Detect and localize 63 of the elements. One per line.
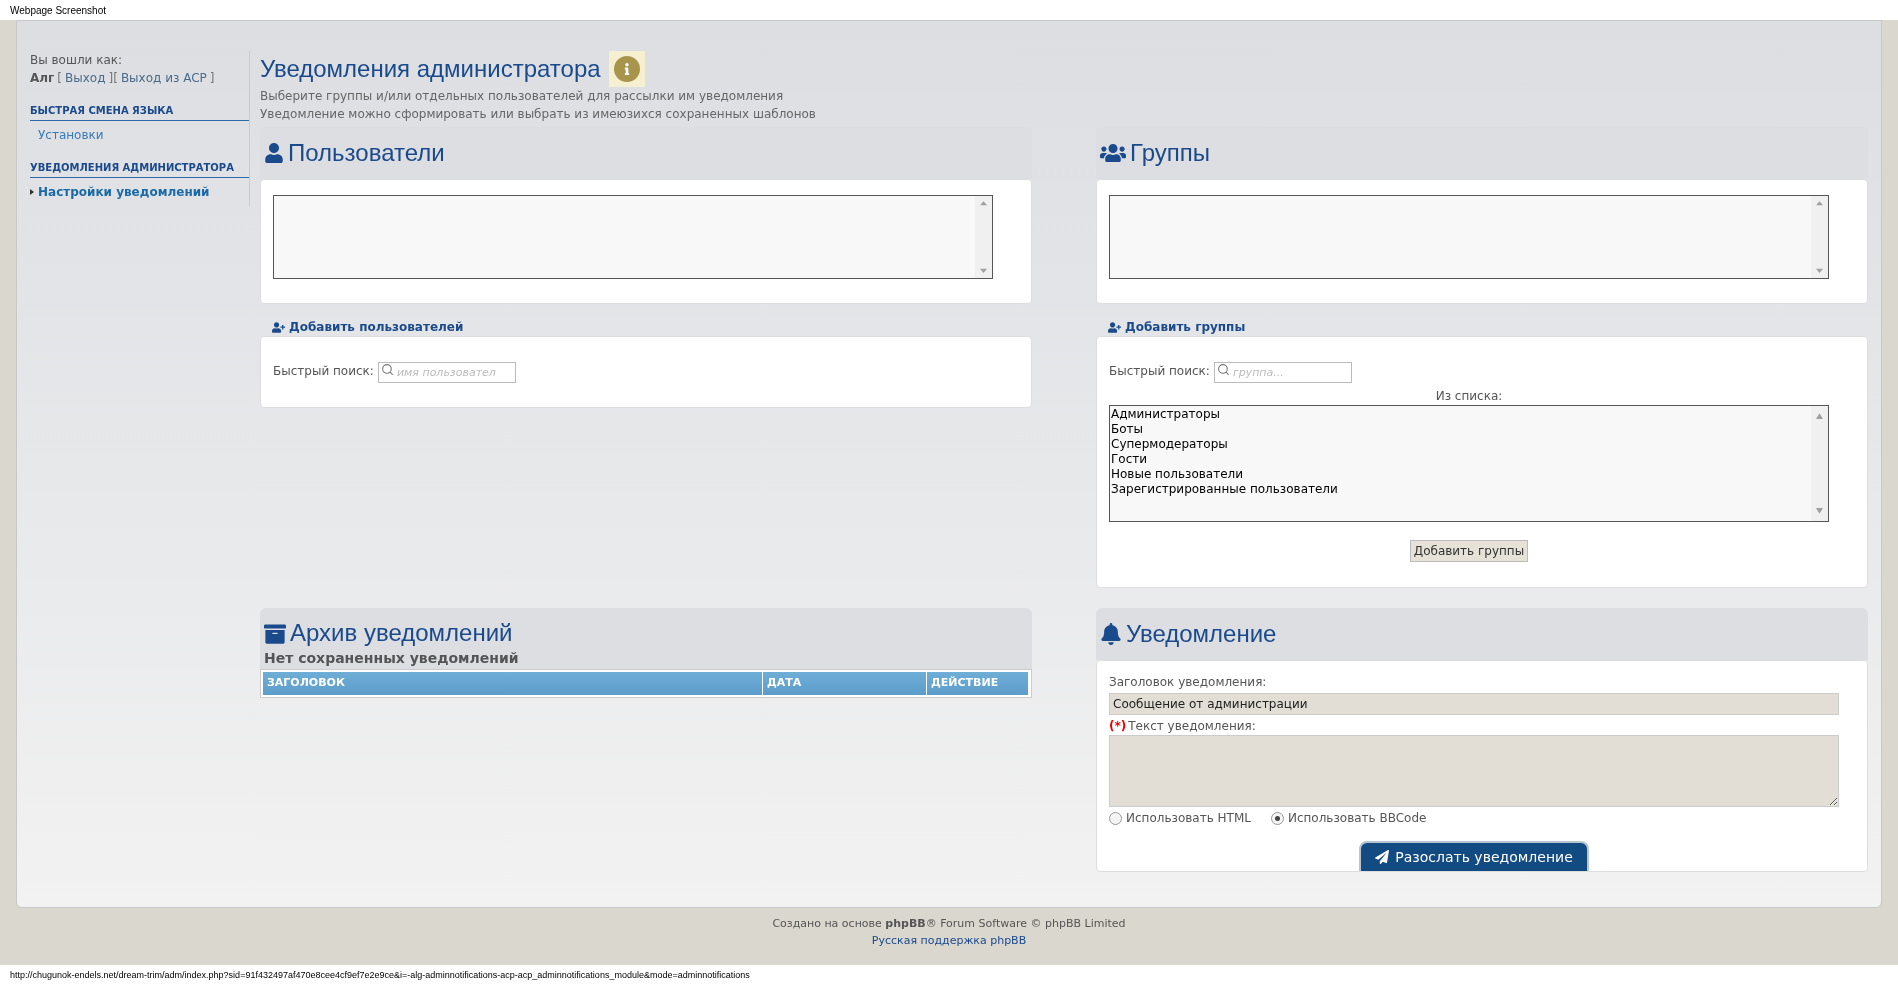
search-icon — [380, 363, 394, 376]
section-title: Группы — [1130, 138, 1210, 168]
group-list[interactable]: Администраторы Боты Супермодераторы Гости Новые пользователи Зарегистрированные пользователи — [1109, 405, 1829, 522]
radio-button[interactable] — [1109, 811, 1122, 825]
section-title: Пользователи — [288, 138, 445, 168]
bell-icon — [1100, 623, 1122, 645]
paper-plane-icon — [1375, 850, 1390, 864]
sidebar-heading: БЫСТРАЯ СМЕНА ЯЗЫКА — [30, 103, 249, 121]
field-label: Текст уведомления: — [1128, 718, 1256, 735]
list-option[interactable]: Боты — [1111, 422, 1144, 437]
empty-message: Нет сохраненных уведомлений — [260, 648, 1032, 669]
column-header: ЗАГОЛОВОК — [263, 672, 763, 695]
page-description: Выберите группы и/или отдельных пользователей для рассылки им уведомления — [260, 88, 785, 105]
list-option[interactable]: Гости — [1111, 452, 1148, 467]
section-title: Уведомление — [1126, 619, 1277, 649]
section-title: Архив уведомлений — [290, 618, 513, 648]
column-header: ДАТА — [763, 672, 927, 695]
user-icon — [264, 143, 284, 163]
list-option[interactable]: Супермодераторы — [1111, 437, 1228, 452]
message-field[interactable] — [1109, 735, 1839, 807]
username: Алг — [30, 70, 55, 87]
logout-link[interactable]: Выход из ACP — [120, 69, 207, 87]
add-user-icon — [1108, 320, 1121, 334]
search-label: Быстрый поиск: — [273, 363, 374, 380]
sidebar-heading: УВЕДОМЛЕНИЯ АДМИНИСТРАТОРА — [30, 160, 249, 178]
search-field[interactable]: имя пользовател — [377, 362, 516, 383]
logged-in-label: Вы вошли как: — [30, 52, 124, 69]
search-field[interactable]: группа... — [1213, 362, 1352, 383]
subsection-title: Добавить группы — [1125, 319, 1246, 336]
selection-list[interactable] — [273, 195, 993, 279]
column-header: ДЕЙСТВИЕ — [927, 672, 1029, 695]
search-label: Быстрый поиск: — [1109, 363, 1210, 380]
logout-link[interactable]: Выход — [65, 69, 106, 87]
support-link[interactable]: Русская поддержка phpBB — [871, 932, 1027, 949]
radio-label: Использовать HTML — [1126, 810, 1251, 827]
sidebar-item[interactable]: Настройки уведомлений — [30, 183, 249, 201]
list-option[interactable]: Новые пользователи — [1111, 467, 1244, 482]
page-title: Уведомления администратора — [260, 54, 601, 84]
subsection-title: Добавить пользователей — [289, 319, 464, 336]
list-option[interactable]: Администраторы — [1111, 407, 1220, 422]
subject-field[interactable]: Сообщение от администрации — [1109, 693, 1839, 715]
list-label: Из списка: — [1434, 388, 1504, 405]
selection-list[interactable] — [1109, 195, 1829, 279]
chevron-icon — [30, 189, 34, 195]
bracket: [ — [57, 70, 63, 87]
info-icon[interactable] — [608, 51, 645, 87]
search-icon — [1216, 363, 1230, 376]
radio-label: Использовать BBCode — [1287, 810, 1427, 827]
sidebar-item[interactable]: Установки — [30, 126, 249, 144]
add-groups-button[interactable]: Добавить группы — [1409, 540, 1529, 562]
add-user-icon — [272, 320, 285, 334]
field-label: Заголовок уведомления: — [1109, 674, 1268, 691]
radio-button[interactable] — [1270, 811, 1284, 825]
list-option[interactable]: Зарегистрированные пользователи — [1111, 482, 1338, 497]
page-description: Уведомление можно сформировать или выбрать из имеюзихся сохраненных шаблонов — [260, 106, 817, 123]
status-url: http://chugunok-endels.net/dream-trim/adm/index.php?sid=91f432497af470e8cee4cf9ef7e2e9ce&i=-alg-adminnotifications-acp-acp_adminnotifications_module&mode=adminnotifications — [10, 968, 750, 982]
window-title: Webpage Screenshot — [10, 3, 106, 18]
footer-credit: Создано на основе phpBB® Forum Software © phpBB Limited — [772, 916, 1126, 932]
bracket: ][ — [108, 70, 118, 87]
bracket: ] — [209, 70, 215, 87]
send-button[interactable]: Разослать уведомление — [1359, 841, 1589, 871]
required-mark: (*) — [1109, 718, 1127, 735]
archive-icon — [264, 623, 286, 645]
